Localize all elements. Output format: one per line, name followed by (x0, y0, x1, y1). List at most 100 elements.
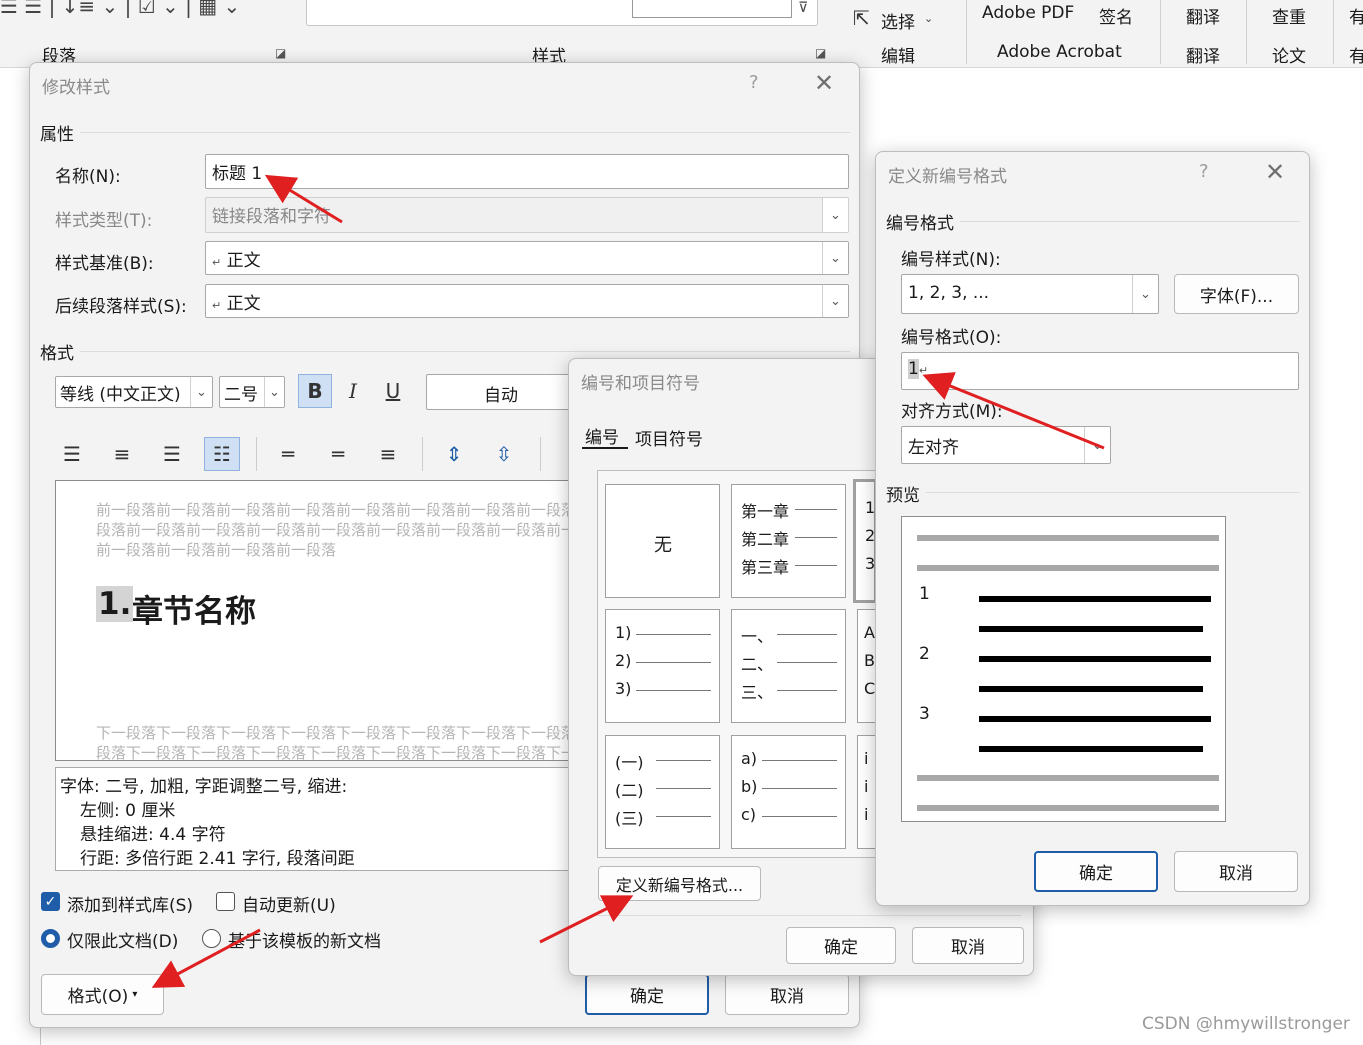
auto-update-checkbox[interactable] (216, 892, 235, 911)
translate-button[interactable]: 翻译 (1186, 3, 1220, 28)
option-item: 三、 (741, 683, 774, 702)
ok-button[interactable]: 确定 (786, 927, 896, 964)
style-based-combo[interactable]: ↵ 正文 ⌄ (205, 241, 849, 275)
align-right-icon[interactable]: ☰ (154, 437, 190, 471)
increase-spacing-icon[interactable]: ⇕ (436, 437, 472, 471)
style-based-value: 正文 (226, 251, 261, 271)
format-menu-button[interactable]: 格式(O) ▾ (41, 974, 164, 1015)
double-spacing-icon[interactable]: ≡ (370, 437, 406, 471)
bold-button[interactable]: B (298, 374, 332, 408)
new-template-radio[interactable] (202, 929, 221, 948)
chevron-down-icon: ⌄ (190, 377, 212, 407)
align-left-icon[interactable]: ☰ (54, 437, 90, 471)
only-doc-label[interactable]: 仅限此文档(D) (67, 927, 178, 952)
description-line: 字体: 二号, 加粗, 字距调整二号, 缩进: (60, 777, 348, 797)
style-type-value: 链接段落和字符 (212, 207, 331, 227)
option-item: 1) (615, 623, 632, 642)
underline-button[interactable]: U (376, 374, 410, 408)
number-style-label: 编号样式(N): (901, 250, 1001, 270)
preview-previous-line: 前一段落前一段落前一段落前一段落前一段落前一段落前一段落前一段落 (96, 501, 575, 519)
style-type-label: 样式类型(T): (55, 211, 153, 231)
toolbar-divider (422, 437, 423, 471)
gallery-scroll-icon[interactable]: ⊽ (798, 0, 808, 16)
sign-button[interactable]: 签名 (1099, 3, 1133, 28)
one-half-spacing-icon[interactable]: ═ (320, 437, 356, 471)
preview-next-line: 下一段落下一段落下一段落下一段落下一段落下一段落下一段落下一段落 (96, 724, 575, 742)
cancel-button[interactable]: 取消 (1174, 851, 1298, 892)
name-input[interactable]: 标题 1 (205, 154, 849, 189)
close-icon[interactable]: ✕ (814, 71, 834, 95)
align-center-icon[interactable]: ≡ (104, 437, 140, 471)
italic-button[interactable]: I (336, 374, 370, 408)
define-number-format-dialog: 定义新编号格式 ? ✕ 编号格式 编号样式(N): 1, 2, 3, ... ⌄… (875, 151, 1310, 906)
tab-numbering[interactable]: 编号 (585, 423, 619, 448)
add-gallery-label[interactable]: 添加到样式库(S) (67, 891, 193, 916)
numbering-option-letters[interactable]: a) b) c) (731, 735, 846, 849)
style-type-combo[interactable]: 链接段落和字符 ⌄ (205, 197, 849, 233)
define-new-format-button[interactable]: 定义新编号格式... (598, 866, 761, 901)
option-item: 1 (865, 498, 876, 517)
styles-launcher-icon[interactable]: ◪ (815, 46, 826, 60)
option-item: c) (741, 805, 757, 824)
decrease-spacing-icon[interactable]: ⇳ (486, 437, 522, 471)
font-color-combo[interactable]: 自动 (426, 374, 576, 410)
numbering-option-none[interactable]: 无 (605, 484, 720, 598)
option-item: 二、 (741, 655, 774, 674)
style-preview: 前一段落前一段落前一段落前一段落前一段落前一段落前一段落前一段落 段落前一段落前… (55, 480, 575, 761)
number-format-value: 1 (908, 359, 919, 379)
option-item: B (864, 651, 875, 670)
number-format-input[interactable]: 1↵ (901, 352, 1299, 390)
justify-icon[interactable]: ☷ (204, 437, 240, 471)
numbering-option-paren-chinese[interactable]: (一) (二) (三) (605, 735, 720, 849)
numbering-option-chinese[interactable]: 一、 二、 三、 (731, 609, 846, 723)
partial-ribbon-button[interactable]: 有 (1349, 3, 1363, 28)
cancel-button[interactable]: 取消 (912, 927, 1024, 964)
option-item: i (864, 805, 869, 824)
option-line (762, 816, 837, 817)
adobe-pdf-button[interactable]: Adobe PDF (982, 3, 1074, 23)
preview-text-line (979, 686, 1203, 692)
check-dup-button[interactable]: 查重 (1272, 3, 1306, 28)
ok-button[interactable]: 确定 (1034, 851, 1158, 892)
paragraph-icons[interactable]: ☰ ☰ | ↓≡ ⌄ | ☑ ⌄ | ▦ ⌄ (0, 0, 240, 18)
style-gallery-inner (632, 0, 792, 18)
alignment-value: 左对齐 (908, 438, 959, 458)
close-icon[interactable]: ✕ (1265, 160, 1285, 184)
help-button[interactable]: ? (749, 72, 759, 93)
option-line (656, 788, 711, 789)
help-button[interactable]: ? (1199, 161, 1209, 182)
preview-heading: 预览 (886, 486, 920, 506)
numbering-option-arabic[interactable]: 1 2 3 (853, 479, 877, 603)
add-gallery-checkbox[interactable]: ✓ (41, 892, 60, 911)
next-para-combo[interactable]: ↵ 正文 ⌄ (205, 284, 849, 318)
cancel-button[interactable]: 取消 (725, 974, 849, 1015)
only-doc-radio[interactable] (41, 929, 60, 948)
option-line (656, 816, 711, 817)
option-line (656, 760, 711, 761)
dialog-title: 定义新编号格式 (888, 167, 1007, 187)
paragraph-mark-icon: ↵ (918, 364, 929, 377)
single-spacing-icon[interactable]: ═ (270, 437, 306, 471)
auto-update-label[interactable]: 自动更新(U) (242, 891, 336, 916)
font-name-combo[interactable]: 等线 (中文正文) ⌄ (55, 376, 213, 408)
chevron-down-icon: ⌄ (924, 12, 934, 25)
numbering-option-paren[interactable]: 1) 2) 3) (605, 609, 720, 723)
number-style-combo[interactable]: 1, 2, 3, ... ⌄ (901, 274, 1159, 314)
font-size-combo[interactable]: 二号 ⌄ (219, 376, 285, 408)
numbering-option-chapter[interactable]: 第一章 第二章 第三章 (731, 484, 846, 598)
paragraph-launcher-icon[interactable]: ◪ (275, 46, 286, 60)
numbering-option-alpha[interactable]: A B C (857, 609, 877, 723)
option-line (762, 760, 837, 761)
select-button[interactable]: 选择 (881, 8, 915, 33)
ok-button[interactable]: 确定 (585, 974, 709, 1015)
toolbar-divider (256, 437, 257, 471)
new-template-label[interactable]: 基于该模板的新文档 (228, 927, 381, 952)
numbering-option-roman[interactable]: i i i (857, 735, 877, 849)
font-button[interactable]: 字体(F)... (1174, 274, 1299, 314)
number-format-heading: 编号格式 (886, 214, 954, 234)
tab-bullets[interactable]: 项目符号 (635, 425, 703, 450)
alignment-combo[interactable]: 左对齐 ⌄ (901, 426, 1111, 464)
preview-context-line (917, 535, 1219, 541)
preview-context-line (917, 565, 1219, 571)
number-format-label: 编号格式(O): (901, 328, 1002, 348)
